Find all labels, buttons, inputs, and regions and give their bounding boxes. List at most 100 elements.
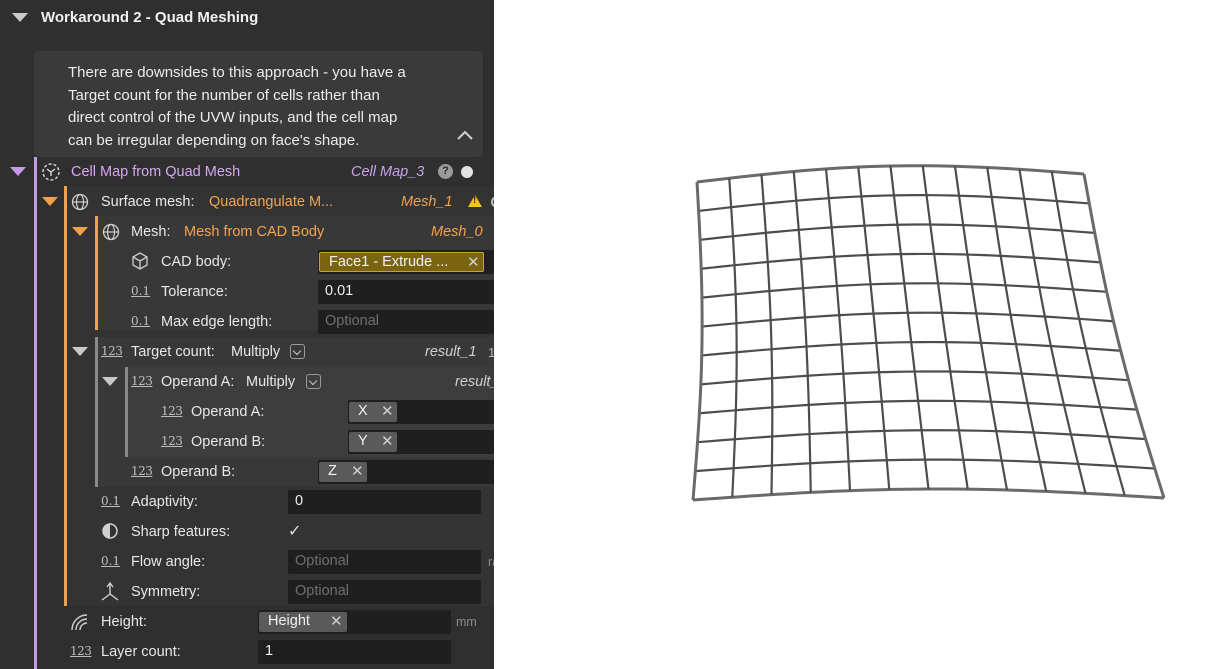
mesh-edge xyxy=(953,166,1009,491)
section-collapse-icon[interactable] xyxy=(12,13,28,22)
remove-icon[interactable]: ✕ xyxy=(381,402,394,420)
mesh-edge xyxy=(889,165,930,490)
axes-icon xyxy=(101,581,119,601)
mesh-edge xyxy=(1018,169,1087,494)
tolerance-value: 0.01 xyxy=(325,283,354,299)
symmetry-input[interactable]: Optional xyxy=(288,580,481,604)
max-edge-input[interactable]: Optional xyxy=(318,310,511,334)
integer-icon: 123 xyxy=(131,374,153,388)
operand-a-a-chip-text: X xyxy=(358,403,368,419)
sharp-features-checkbox[interactable]: ✓ xyxy=(288,521,308,541)
target-count-collapse-icon[interactable] xyxy=(72,347,88,356)
flow-angle-label: Flow angle: xyxy=(131,554,206,570)
surface-mesh-collapse-icon[interactable] xyxy=(42,197,58,206)
cad-body-label: CAD body: xyxy=(161,254,232,270)
mesh-edge xyxy=(986,167,1048,492)
quad-mesh-render[interactable] xyxy=(494,0,1217,669)
adaptivity-value: 0 xyxy=(295,493,304,509)
symmetry-label: Symmetry: xyxy=(131,584,201,600)
operand-a-op[interactable]: Multiply xyxy=(246,374,295,390)
chevron-down-icon[interactable] xyxy=(306,374,321,389)
decimal-icon: 0.1 xyxy=(101,554,121,568)
mesh-edge xyxy=(691,181,704,501)
symmetry-placeholder: Optional xyxy=(295,583,350,599)
height-label: Height: xyxy=(101,614,147,630)
height-chip[interactable]: Height ✕ xyxy=(259,612,347,632)
target-count-id: result_1 xyxy=(425,344,477,360)
operand-b-field[interactable]: Z ✕ xyxy=(318,460,511,484)
integer-icon: 123 xyxy=(161,404,183,418)
note-line: There are downsides to this approach - y… xyxy=(68,64,406,81)
signal-icon xyxy=(71,614,88,631)
mesh-edge xyxy=(1050,171,1126,496)
layer-count-value: 1 xyxy=(265,643,274,659)
mesh-edge xyxy=(760,174,774,495)
help-icon[interactable]: ? xyxy=(438,164,453,179)
integer-icon: 123 xyxy=(131,464,153,478)
layer-count-input[interactable]: 1 xyxy=(258,640,451,664)
surface-mesh-guide-line xyxy=(64,186,67,606)
height-chip-text: Height xyxy=(268,613,310,629)
flow-angle-placeholder: Optional xyxy=(295,553,350,569)
3d-viewport[interactable] xyxy=(494,0,1217,669)
cube-icon xyxy=(132,252,148,270)
operand-b-label: Operand B: xyxy=(161,464,236,480)
properties-panel: Workaround 2 - Quad Meshing There are do… xyxy=(0,0,574,669)
remove-icon[interactable]: ✕ xyxy=(467,253,480,271)
flow-angle-input[interactable]: Optional xyxy=(288,550,481,574)
globe-icon xyxy=(71,193,89,211)
integer-icon: 123 xyxy=(101,344,123,358)
cellmap-id: Cell Map_3 xyxy=(351,164,425,180)
section-title: Workaround 2 - Quad Meshing xyxy=(41,9,259,26)
operand-a-b-chip-text: Y xyxy=(358,433,368,449)
target-count-label: Target count: xyxy=(131,344,215,360)
mesh-edge xyxy=(824,168,852,491)
cad-body-field[interactable]: Face1 - Extrude ... ✕ xyxy=(318,250,511,274)
tolerance-label: Tolerance: xyxy=(161,284,228,300)
mesh-collapse-icon[interactable] xyxy=(72,227,88,236)
operand-a-label: Operand A: xyxy=(161,374,235,390)
adaptivity-input[interactable]: 0 xyxy=(288,490,481,514)
mesh-value[interactable]: Mesh from CAD Body xyxy=(184,224,324,240)
operand-a-collapse-icon[interactable] xyxy=(102,377,118,386)
warning-glyph: ! xyxy=(473,195,477,206)
note-line: direct control of the UVW inputs, and th… xyxy=(68,109,398,126)
cellmap-icon xyxy=(42,163,60,181)
operand-b-chip[interactable]: Z ✕ xyxy=(319,462,367,482)
collapse-note-icon[interactable] xyxy=(456,129,474,141)
remove-icon[interactable]: ✕ xyxy=(381,432,394,450)
chevron-down-icon[interactable] xyxy=(290,344,305,359)
mesh-guide-line xyxy=(95,216,98,330)
operand-a-b-chip[interactable]: Y ✕ xyxy=(349,432,397,452)
globe-icon xyxy=(102,223,120,241)
remove-icon[interactable]: ✕ xyxy=(330,612,343,630)
cellmap-guide-line xyxy=(34,157,37,669)
tolerance-input[interactable]: 0.01 xyxy=(318,280,511,304)
height-field[interactable]: Height ✕ xyxy=(258,610,451,634)
mesh-edge xyxy=(1082,173,1166,499)
status-dot-icon[interactable] xyxy=(461,166,473,178)
cellmap-collapse-icon[interactable] xyxy=(10,167,26,176)
note-box: There are downsides to this approach - y… xyxy=(34,51,483,157)
note-line: Target count for the number of cells rat… xyxy=(68,86,380,104)
mesh-edge xyxy=(692,487,1165,502)
mesh-edge xyxy=(792,171,812,493)
remove-icon[interactable]: ✕ xyxy=(351,462,364,480)
cad-body-chip[interactable]: Face1 - Extrude ... ✕ xyxy=(319,252,484,272)
operand-b-chip-text: Z xyxy=(328,463,337,479)
decimal-icon: 0.1 xyxy=(101,494,121,508)
surface-mesh-label: Surface mesh: xyxy=(101,194,195,210)
surface-mesh-value[interactable]: Quadrangulate M... xyxy=(209,194,333,210)
note-line: can be irregular depending on face's sha… xyxy=(68,131,360,149)
height-unit: mm xyxy=(456,615,477,629)
target-count-guide-line xyxy=(95,337,98,487)
mesh-id: Mesh_0 xyxy=(431,224,483,240)
operand-a-a-chip[interactable]: X ✕ xyxy=(349,402,397,422)
cellmap-label[interactable]: Cell Map from Quad Mesh xyxy=(71,164,240,180)
decimal-icon: 0.1 xyxy=(131,284,151,298)
max-edge-placeholder: Optional xyxy=(325,313,380,329)
note-text: There are downsides to this approach - y… xyxy=(68,62,406,152)
mesh-edge xyxy=(728,178,738,498)
surface-mesh-id: Mesh_1 xyxy=(401,194,453,210)
target-count-op[interactable]: Multiply xyxy=(231,344,280,360)
